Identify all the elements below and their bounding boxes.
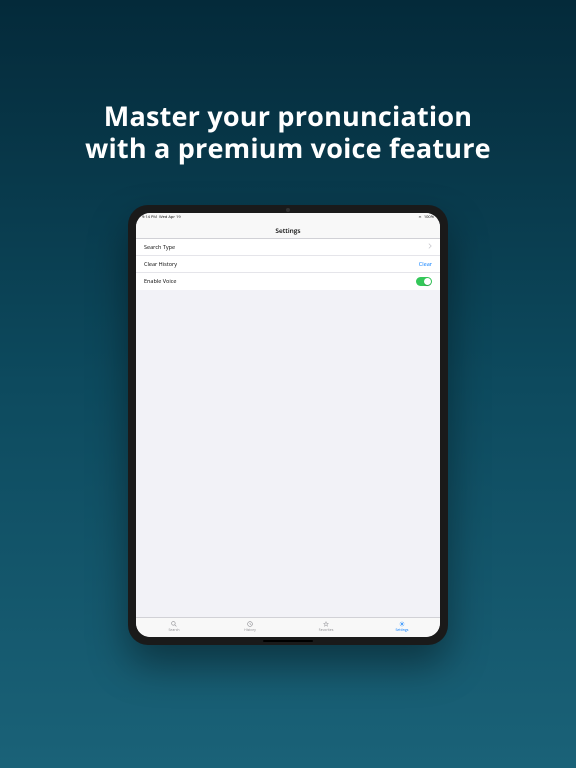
gear-icon [399, 621, 405, 627]
device-frame: 9:14 PM Wed Apr 19 100% Settings Search … [128, 205, 448, 645]
device-screen: 9:14 PM Wed Apr 19 100% Settings Search … [136, 213, 440, 637]
status-battery: 100% [424, 215, 434, 220]
wifi-icon [418, 215, 422, 221]
tab-label: Settings [396, 628, 409, 633]
settings-row-enable-voice: Enable Voice [136, 273, 440, 290]
content-area: Search Type Clear History Clear Enable V… [136, 239, 440, 617]
settings-list: Search Type Clear History Clear Enable V… [136, 239, 440, 290]
tab-history[interactable]: History [212, 618, 288, 637]
headline-line1: Master your pronunciation [85, 100, 491, 132]
tab-bar: Search History Favorites Settings [136, 617, 440, 637]
settings-row-clear-history: Clear History Clear [136, 256, 440, 273]
tab-label: History [244, 628, 256, 633]
tab-favorites[interactable]: Favorites [288, 618, 364, 637]
headline: Master your pronunciation with a premium… [85, 100, 491, 165]
voice-toggle[interactable] [416, 277, 432, 286]
nav-header: Settings [136, 223, 440, 239]
nav-title: Settings [275, 226, 300, 235]
status-left: 9:14 PM Wed Apr 19 [142, 215, 181, 220]
settings-row-search-type[interactable]: Search Type [136, 239, 440, 256]
row-label: Clear History [144, 260, 177, 268]
tab-search[interactable]: Search [136, 618, 212, 637]
status-bar: 9:14 PM Wed Apr 19 100% [136, 213, 440, 223]
tab-label: Favorites [319, 628, 334, 633]
toggle-knob [424, 278, 431, 285]
headline-line2: with a premium voice feature [85, 132, 491, 164]
tab-label: Search [168, 628, 179, 633]
device-camera [286, 208, 290, 212]
clear-button[interactable]: Clear [419, 260, 432, 268]
status-date: Wed Apr 19 [159, 215, 181, 220]
history-icon [247, 621, 253, 627]
status-right: 100% [418, 215, 434, 221]
star-icon [323, 621, 329, 627]
search-icon [171, 621, 177, 627]
tab-settings[interactable]: Settings [364, 618, 440, 637]
row-label: Search Type [144, 243, 175, 251]
status-time: 9:14 PM [142, 215, 157, 220]
row-label: Enable Voice [144, 277, 176, 285]
chevron-right-icon [428, 243, 432, 251]
